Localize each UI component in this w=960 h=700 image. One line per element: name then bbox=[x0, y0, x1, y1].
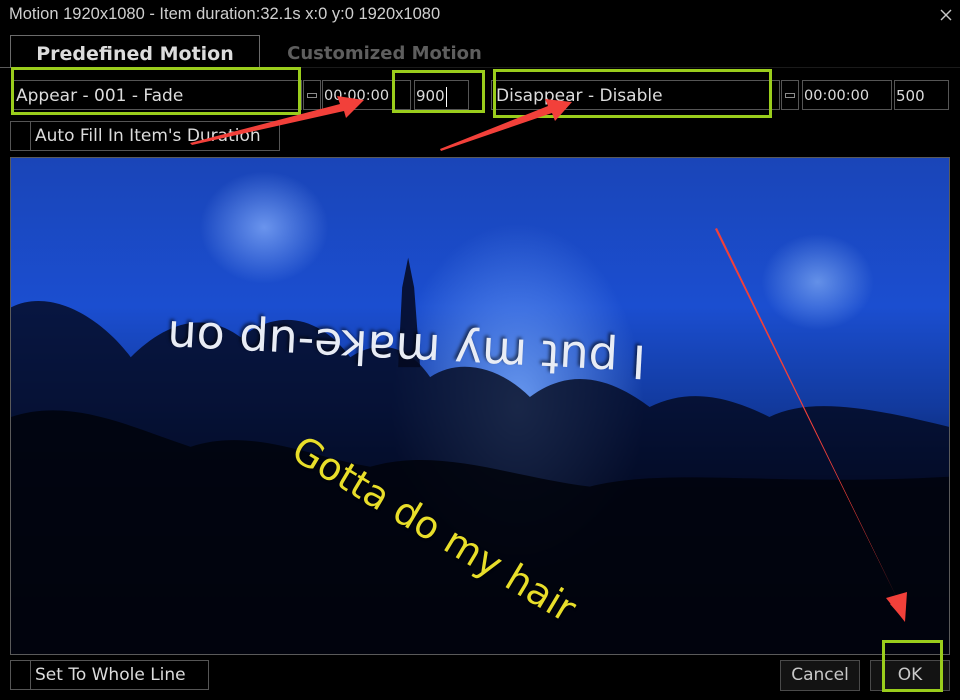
disappear-effect-select[interactable]: Disappear - Disable bbox=[491, 80, 780, 110]
minus-icon bbox=[785, 93, 795, 98]
window-title: Motion 1920x1080 - Item duration:32.1s x… bbox=[9, 5, 441, 23]
auto-fill-label: Auto Fill In Item's Duration bbox=[35, 126, 261, 146]
appear-toggle-button[interactable] bbox=[303, 80, 321, 110]
ok-button[interactable]: OK bbox=[870, 660, 950, 691]
tab-predefined-motion[interactable]: Predefined Motion bbox=[10, 35, 260, 68]
cancel-button[interactable]: Cancel bbox=[780, 660, 860, 691]
whole-line-checkbox[interactable] bbox=[11, 661, 31, 689]
whole-line-label: Set To Whole Line bbox=[35, 665, 186, 685]
auto-fill-checkbox-row[interactable]: Auto Fill In Item's Duration bbox=[10, 121, 280, 151]
motion-preview: I put my make-up on Gotta do my hair bbox=[10, 157, 950, 655]
close-button[interactable] bbox=[938, 7, 954, 23]
disappear-duration-input[interactable]: 500 bbox=[894, 80, 949, 110]
auto-fill-checkbox[interactable] bbox=[11, 122, 31, 150]
tab-divider bbox=[260, 67, 960, 68]
whole-line-checkbox-row[interactable]: Set To Whole Line bbox=[10, 660, 209, 690]
title-bar: Motion 1920x1080 - Item duration:32.1s x… bbox=[0, 0, 960, 30]
disappear-start-time-input[interactable]: 00:00:00 bbox=[802, 80, 892, 110]
tab-divider bbox=[0, 67, 10, 68]
appear-duration-input[interactable]: 900 bbox=[414, 80, 469, 110]
appear-start-time-input[interactable]: 00:00:00 bbox=[322, 80, 411, 110]
appear-effect-select[interactable]: Appear - 001 - Fade bbox=[11, 80, 302, 110]
text-caret bbox=[445, 86, 447, 107]
tab-customized-motion[interactable]: Customized Motion bbox=[262, 35, 507, 68]
appear-duration-value: 900 bbox=[416, 87, 445, 105]
close-icon bbox=[940, 9, 952, 21]
minus-icon bbox=[307, 93, 317, 98]
disappear-toggle-button[interactable] bbox=[781, 80, 799, 110]
